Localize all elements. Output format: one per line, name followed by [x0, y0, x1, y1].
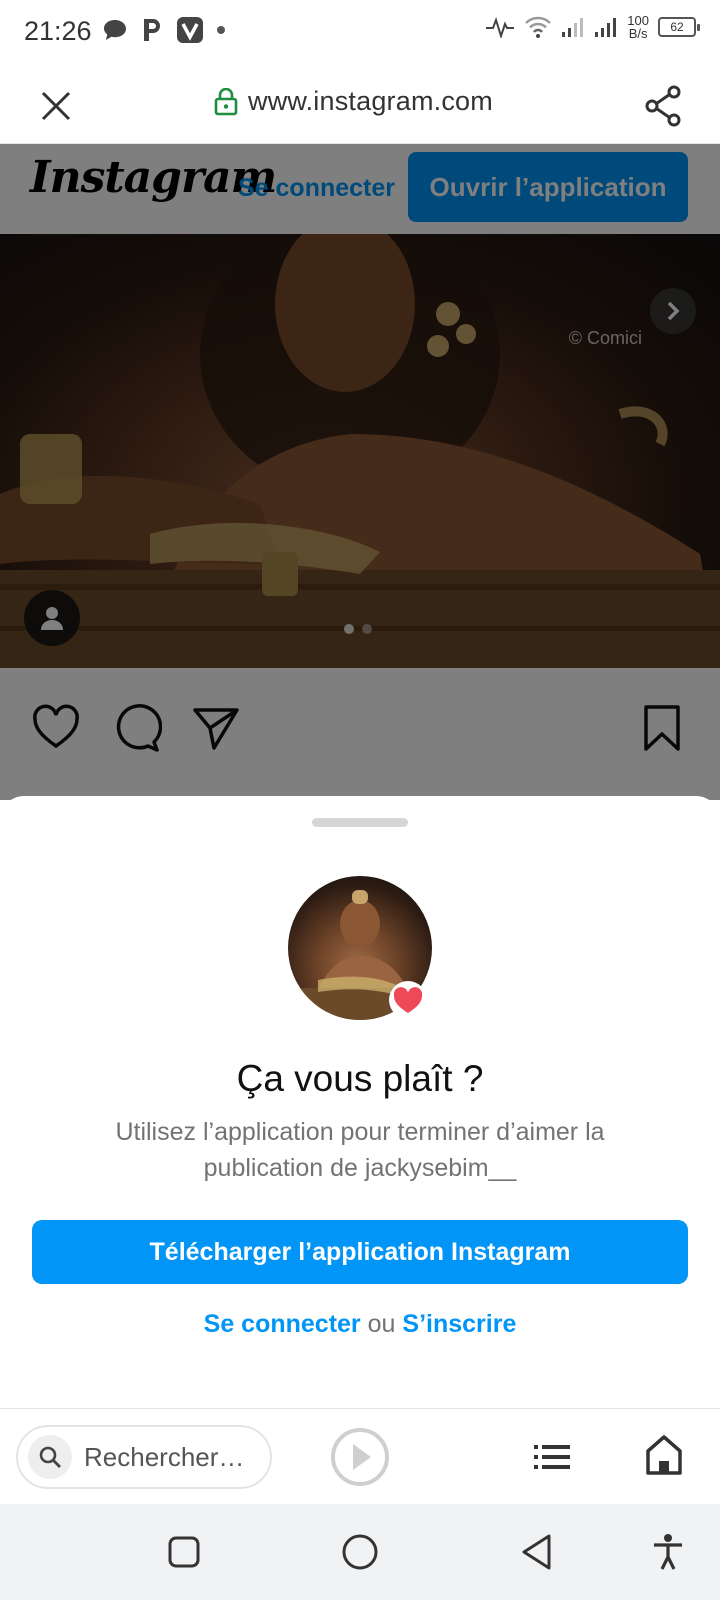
comment-icon[interactable]: [110, 702, 162, 754]
share-icon: [645, 85, 681, 127]
login-prompt-sheet: Ça vous plaît ? Utilisez l’application p…: [0, 796, 720, 1410]
accessibility-button[interactable]: [646, 1530, 690, 1574]
tab-list-icon[interactable]: [532, 1437, 572, 1477]
login-signup-row: Se connecter ou S’inscrire: [0, 1310, 720, 1339]
heart-icon[interactable]: [30, 702, 82, 754]
close-icon: [41, 91, 71, 121]
search-icon: [39, 1446, 61, 1468]
dot-icon: [217, 26, 225, 34]
post-actions: [0, 668, 720, 800]
send-icon[interactable]: [190, 702, 242, 754]
signal-1-icon: [562, 18, 584, 37]
home-button[interactable]: [338, 1530, 382, 1574]
sheet-title: Ça vous plaît ?: [236, 1058, 484, 1099]
user-icon: [41, 607, 63, 630]
url-text: www.instagram.com: [248, 86, 493, 116]
carousel-dots: [344, 624, 372, 634]
recent-apps-button[interactable]: [162, 1530, 206, 1574]
search-input[interactable]: Rechercher…: [16, 1425, 272, 1489]
battery-icon: 62: [658, 17, 700, 37]
system-navigation-bar: [0, 1504, 720, 1600]
net-speed-unit: B/s: [628, 26, 648, 41]
login-link[interactable]: Se connecter: [204, 1310, 361, 1338]
chat-bubble-icon: [104, 20, 126, 40]
circle-icon: [342, 1534, 378, 1570]
url-field[interactable]: www.instagram.com: [214, 86, 493, 117]
header-login-link[interactable]: Se connecter: [238, 174, 395, 203]
signal-2-icon: [595, 18, 617, 37]
back-button[interactable]: [514, 1530, 558, 1574]
status-time: 21:26: [24, 16, 92, 46]
carousel-dot: [344, 624, 354, 634]
photo-credit: © Comici: [568, 328, 642, 348]
share-button[interactable]: [642, 84, 686, 128]
square-icon: [168, 1536, 200, 1568]
bookmark-icon[interactable]: [636, 702, 688, 754]
back-triangle-icon: [522, 1534, 551, 1570]
sheet-grabber[interactable]: [312, 818, 408, 827]
accessibility-icon: [654, 1534, 682, 1570]
instagram-header: Instagram Se connecter Ouvrir l’applicat…: [0, 144, 720, 234]
browser-address-bar: www.instagram.com: [0, 66, 720, 144]
status-right: 100 B/s 62: [485, 14, 700, 40]
home-icon[interactable]: [644, 1433, 684, 1477]
status-bar: 21:26 100 B/s 62: [0, 0, 720, 66]
heart-badge-icon: [389, 981, 427, 1019]
search-placeholder: Rechercher…: [84, 1441, 245, 1472]
p-app-icon: [144, 19, 160, 41]
post-photo[interactable]: © Comici: [0, 234, 720, 668]
carousel-next-button[interactable]: [650, 288, 696, 334]
sheet-subtitle: Utilisez l’application pour terminer d’a…: [115, 1118, 605, 1182]
signup-link[interactable]: S’inscrire: [402, 1310, 516, 1338]
tagged-users-button[interactable]: [24, 590, 80, 646]
activity-icon: [486, 16, 515, 38]
search-icon-wrap: [28, 1435, 72, 1479]
lock-icon: [214, 87, 238, 115]
wifi-icon: [525, 16, 552, 38]
download-app-button[interactable]: Télécharger l’application Instagram: [32, 1220, 688, 1284]
or-text: ou: [367, 1310, 396, 1338]
browser-toolbar: Rechercher…: [0, 1408, 720, 1504]
v-app-icon: [177, 17, 203, 43]
play-icon[interactable]: [330, 1427, 390, 1487]
portrait-illustration: [0, 234, 720, 668]
net-speed: 100 B/s: [627, 14, 649, 40]
carousel-dot: [362, 624, 372, 634]
chevron-right-icon: [667, 301, 680, 321]
open-app-button[interactable]: Ouvrir l’application: [408, 152, 688, 222]
notification-icons: [102, 16, 226, 44]
instagram-page: Instagram Se connecter Ouvrir l’applicat…: [0, 144, 720, 800]
close-button[interactable]: [36, 86, 76, 126]
